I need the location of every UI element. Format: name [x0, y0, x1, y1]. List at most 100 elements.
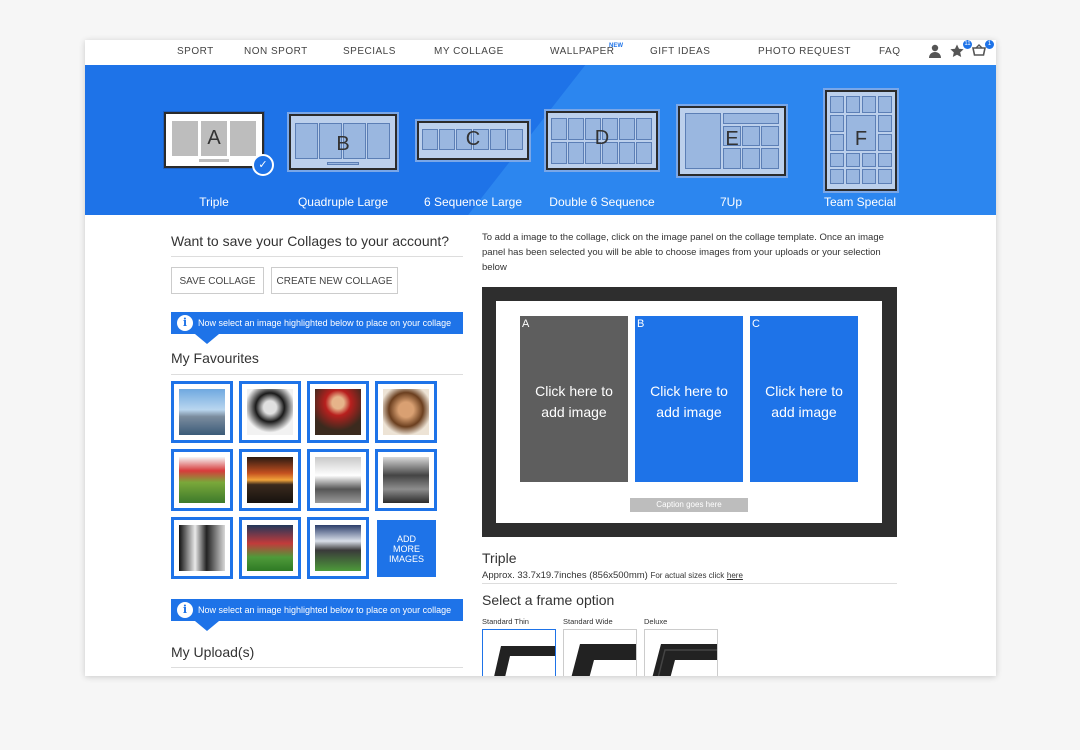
frame-wide-icon [571, 644, 636, 676]
template-cell [830, 96, 844, 113]
create-new-collage-button[interactable]: CREATE NEW COLLAGE [271, 267, 398, 294]
favourite-thumbnail[interactable] [375, 449, 437, 511]
panel-prompt: Click here to [650, 383, 728, 399]
nav-gift-ideas[interactable]: GIFT IDEAS [650, 46, 710, 57]
nav-faq[interactable]: FAQ [879, 46, 901, 57]
template-label[interactable]: Team Special [824, 195, 896, 209]
favourite-thumbnail[interactable] [171, 449, 233, 511]
info-text: Now select an image highlighted below to… [198, 318, 452, 328]
template-cell [878, 153, 892, 167]
frame-label: Deluxe [644, 617, 668, 626]
favourite-thumbnail[interactable] [307, 449, 369, 511]
star-icon[interactable]: 11 [950, 40, 972, 60]
collage-size-title: Triple [482, 550, 517, 566]
favourite-thumbnail[interactable] [307, 381, 369, 443]
template-cell [761, 148, 779, 169]
basket-count-badge: 1 [985, 40, 994, 49]
panel-prompt: Click here to [535, 383, 613, 399]
frame-option-standard-wide[interactable] [563, 629, 637, 676]
add-more-line: IMAGES [388, 553, 424, 564]
frame-deluxe-icon [652, 644, 717, 676]
add-more-images-button[interactable]: ADD MORE IMAGES [377, 520, 436, 577]
frame-label: Standard Thin [482, 617, 529, 626]
template-cell [862, 96, 876, 113]
template-label[interactable]: Quadruple Large [298, 195, 388, 209]
template-label[interactable]: Triple [199, 195, 229, 209]
template-caption-bar [327, 162, 359, 165]
template-letter: D [594, 127, 610, 149]
collage-size-line: Approx. 33.7x19.7inches (856x500mm) For … [482, 570, 743, 581]
nav-non-sport[interactable]: NON SPORT [244, 46, 308, 57]
basket-icon[interactable]: 1 [972, 40, 994, 60]
template-letter: C [465, 128, 481, 150]
add-more-line: MORE [392, 543, 420, 554]
nav-photo-request[interactable]: PHOTO REQUEST [758, 46, 851, 57]
template-preview: C [417, 121, 529, 160]
template-preview: F [825, 90, 897, 191]
nav-my-collage[interactable]: MY COLLAGE [434, 46, 504, 57]
frame-label: Standard Wide [563, 617, 613, 626]
nav-sport[interactable]: SPORT [177, 46, 214, 57]
image-panel-a[interactable]: A Click here to add image [520, 316, 628, 482]
favourite-thumbnail[interactable] [307, 517, 369, 579]
collage-preview: A Click here to add image B Click here to… [482, 287, 897, 537]
panel-prompt: add image [541, 404, 607, 420]
template-cell [846, 96, 860, 113]
add-more-line: ADD [396, 533, 416, 544]
panel-letter: B [637, 318, 645, 330]
template-preview: E [678, 106, 786, 176]
panel-letter: C [752, 318, 760, 330]
favourite-thumbnail[interactable] [375, 381, 437, 443]
frame-option-deluxe[interactable] [644, 629, 718, 676]
uploads-heading: My Upload(s) [171, 644, 255, 660]
favourite-thumbnail[interactable] [239, 381, 301, 443]
favourites-count-badge: 11 [963, 40, 972, 49]
frame-option-standard-thin[interactable] [482, 629, 556, 676]
image-panel-b[interactable]: B Click here to add image [635, 316, 743, 482]
panel-letter: A [522, 318, 530, 330]
top-navigation: SPORT NON SPORT SPECIALS MY COLLAGE WALL… [85, 40, 996, 65]
divider [171, 667, 463, 668]
info-icon: i [177, 602, 193, 618]
save-collage-button[interactable]: SAVE COLLAGE [171, 267, 264, 294]
template-letter: B [336, 133, 350, 155]
template-cell [862, 153, 876, 167]
user-icon[interactable] [928, 44, 944, 60]
favourite-thumbnail[interactable] [171, 517, 233, 579]
favourite-thumbnail[interactable] [239, 517, 301, 579]
selected-check-icon: ✓ [252, 154, 274, 176]
template-letter: A [207, 127, 221, 149]
image-panel-c[interactable]: C Click here to add image [750, 316, 858, 482]
collage-instructions: To add a image to the collage, click on … [482, 232, 884, 273]
nav-specials[interactable]: SPECIALS [343, 46, 396, 57]
info-banner: i Now select an image highlighted below … [171, 312, 463, 344]
template-label[interactable]: Double 6 Sequence [549, 195, 654, 209]
template-cell [878, 96, 892, 113]
template-cell [830, 153, 844, 167]
template-letter: F [854, 128, 868, 150]
info-banner: i Now select an image highlighted below … [171, 599, 463, 631]
favourite-thumbnail[interactable] [171, 381, 233, 443]
template-banner: A ✓ B C D E F Triple Quadruple Large 6 S… [85, 65, 996, 215]
divider [482, 583, 897, 584]
template-preview: A [164, 112, 264, 168]
caption-field[interactable]: Caption goes here [630, 498, 748, 512]
divider [171, 256, 463, 257]
frame-option-heading: Select a frame option [482, 592, 615, 608]
size-link[interactable]: here [727, 571, 743, 580]
template-cell [846, 153, 860, 167]
favourite-thumbnail[interactable] [239, 449, 301, 511]
favourites-heading: My Favourites [171, 350, 259, 366]
info-pointer [195, 621, 219, 631]
new-badge: NEW [609, 43, 623, 49]
nav-wallpaper[interactable]: WALLPAPER [550, 46, 615, 57]
template-cell [878, 169, 892, 184]
template-cell [723, 113, 779, 124]
template-label[interactable]: 6 Sequence Large [424, 195, 522, 209]
info-text: Now select an image highlighted below to… [198, 605, 452, 615]
panel-prompt: add image [656, 404, 722, 420]
template-label[interactable]: 7Up [720, 195, 742, 209]
template-letter: E [725, 128, 739, 150]
size-note: For actual sizes click [650, 571, 725, 580]
collage-mount: A Click here to add image B Click here to… [496, 301, 882, 523]
